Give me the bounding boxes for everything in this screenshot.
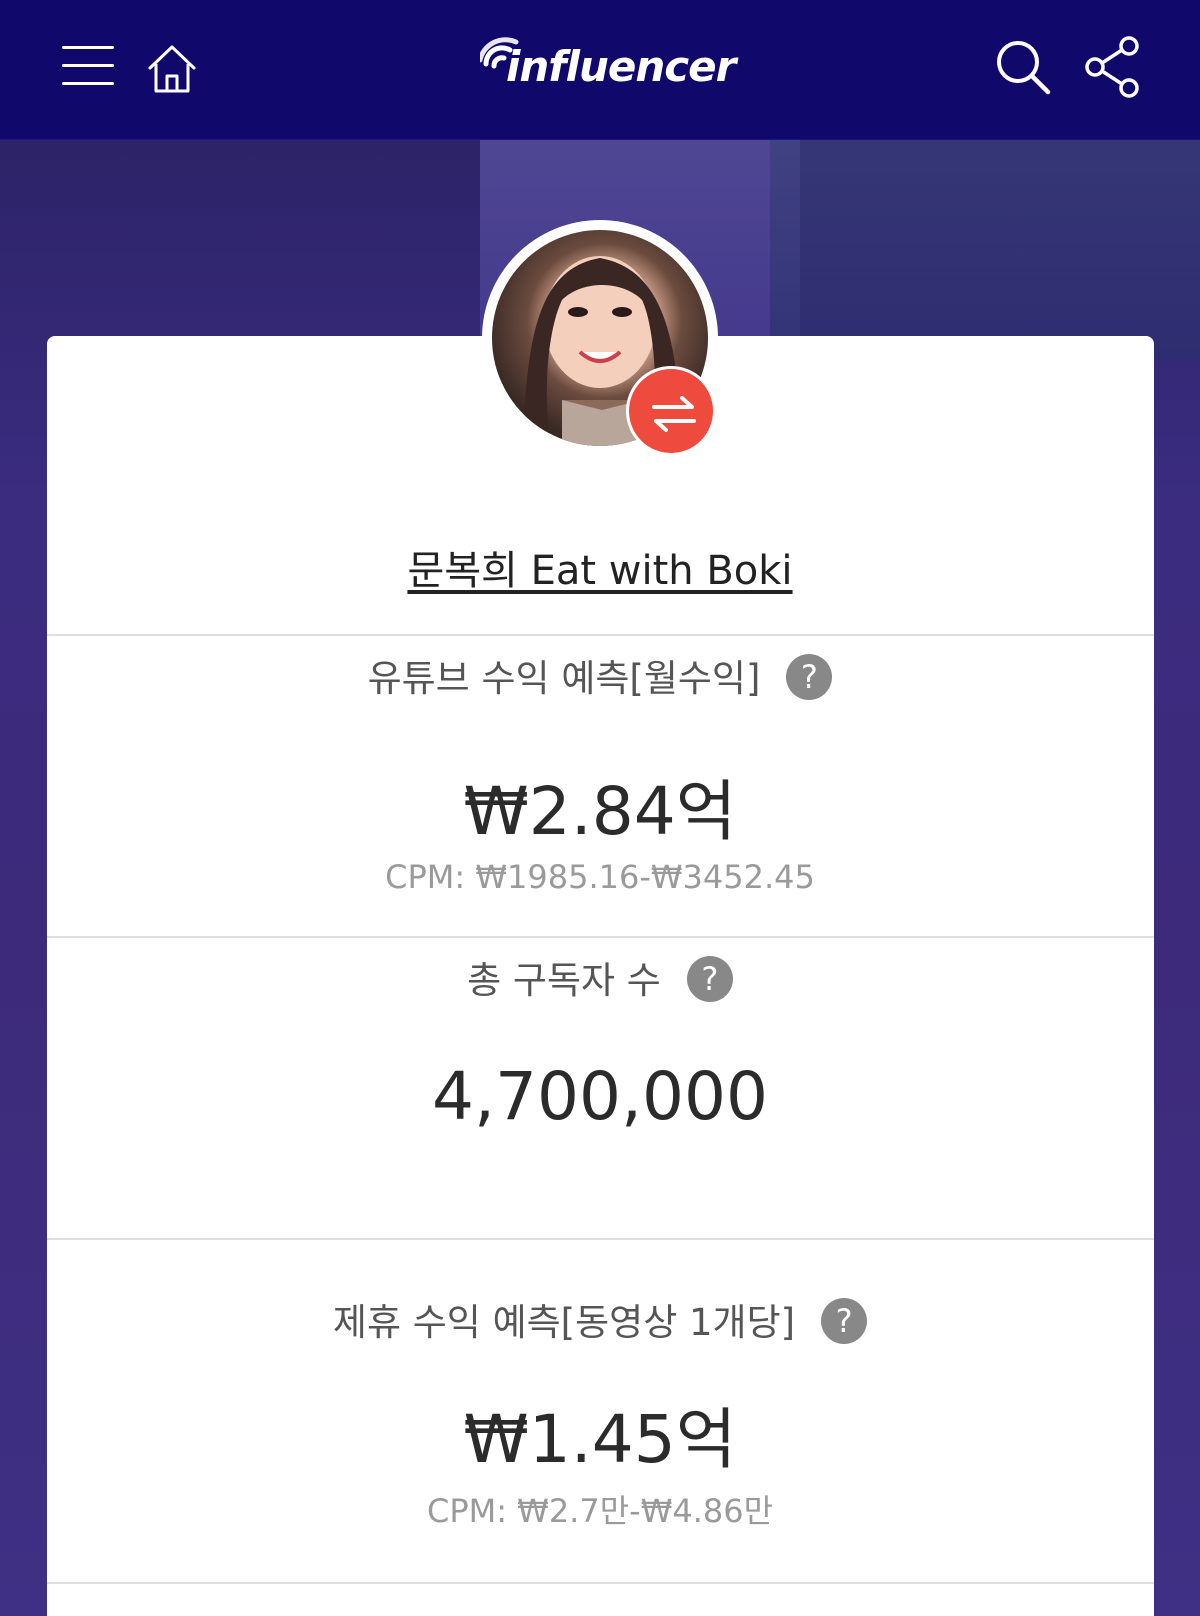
swap-icon[interactable] [626,366,716,456]
subscriber-label-row: 총 구독자 수? [0,950,1200,1006]
cover-image-shape [770,140,1200,360]
subscriber-count-value: 4,700,000 [432,1058,768,1135]
influencer-logo[interactable]: influencer [480,30,736,100]
logo-text: influencer [506,42,736,91]
monthly-revenue-value: ₩2.84억 [463,773,737,850]
monthly-revenue-cpm: CPM: ₩1985.16-₩3452.45 [385,858,815,896]
sponsorship-revenue-cpm: CPM: ₩2.7만-₩4.86만 [426,1492,774,1530]
sponsorship-revenue-value: ₩1.45억 [463,1401,737,1478]
menu-icon[interactable] [58,40,118,92]
menu-icon-line [62,64,114,67]
sponsorship-revenue-label-row: 제휴 수익 예측[동영상 1개당]? [0,1292,1200,1348]
share-icon[interactable] [1084,36,1144,100]
section-divider [47,1238,1154,1240]
monthly-revenue-label: 유튜브 수익 예측[월수익] [367,657,761,700]
help-icon[interactable]: ? [821,1297,868,1344]
menu-icon-line [62,46,114,49]
top-navigation-bar: influencer [0,0,1200,140]
section-divider [47,1582,1154,1584]
sponsorship-revenue-label: 제휴 수익 예측[동영상 1개당] [332,1301,796,1344]
menu-icon-line [62,82,114,85]
channel-name-link[interactable]: 문복희 Eat with Boki [0,538,1200,596]
home-icon[interactable] [146,42,198,96]
section-divider [47,634,1154,636]
help-icon[interactable]: ? [686,955,733,1002]
monthly-revenue-label-row: 유튜브 수익 예측[월수익]? [0,648,1200,704]
search-icon[interactable] [994,38,1054,98]
subscriber-label: 총 구독자 수 [467,959,661,1002]
section-divider [47,936,1154,938]
help-icon[interactable]: ? [786,653,833,700]
